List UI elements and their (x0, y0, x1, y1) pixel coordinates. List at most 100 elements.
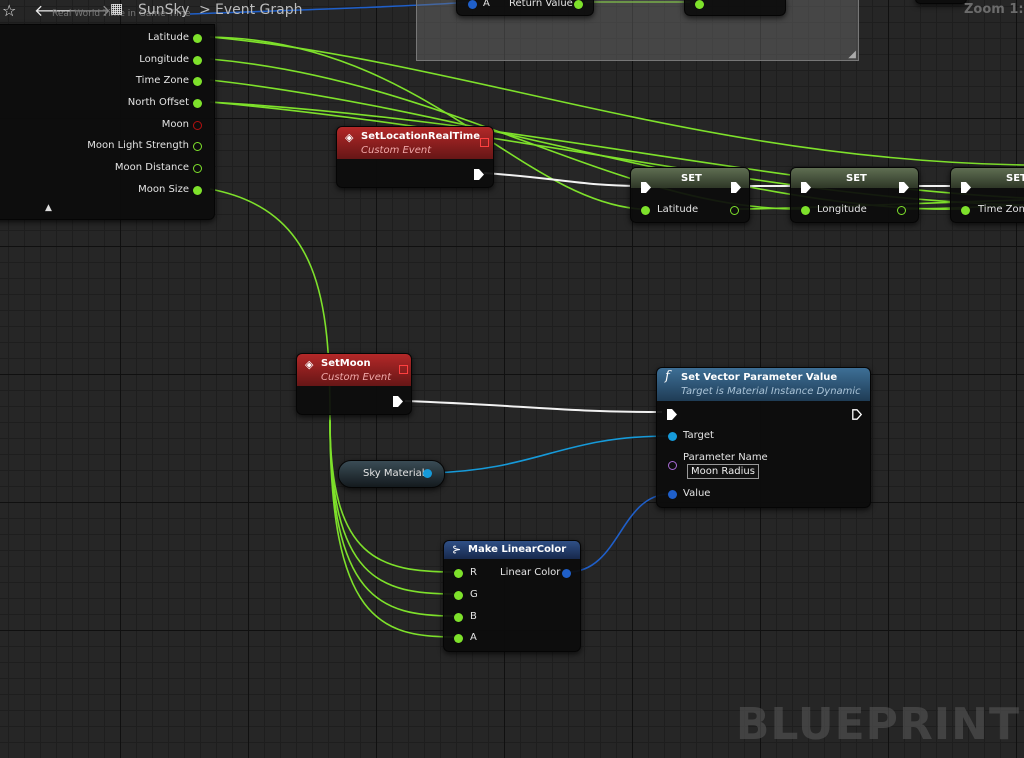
exec-in-icon[interactable] (801, 182, 811, 193)
top-node-far-right[interactable] (915, 0, 967, 4)
make-color-title: Make LinearColor (468, 544, 567, 555)
exec-out-icon[interactable] (731, 182, 741, 193)
pin-value-icon[interactable] (668, 490, 677, 499)
pin-moon-icon[interactable] (193, 121, 202, 130)
pin-latitude-out-icon[interactable] (730, 206, 739, 215)
pin-target-icon[interactable] (668, 432, 677, 441)
variables-panel[interactable]: Latitude Longitude Time Zone North Offse… (0, 24, 215, 220)
blueprint-watermark: BLUEPRINT (735, 699, 1020, 750)
var-moon-size: Moon Size (138, 184, 189, 195)
pin-target-label: Target (683, 430, 714, 441)
set-latitude-node[interactable]: SET Latitude (630, 167, 750, 223)
exec-out-icon[interactable] (899, 182, 909, 193)
pin-b-label: B (470, 611, 477, 622)
pin-a-icon[interactable] (454, 634, 463, 643)
zoom-label: Zoom 1:1 (964, 2, 1024, 17)
sky-material-getter[interactable]: Sky Material (338, 460, 445, 488)
pin-return-label: Return Value (509, 0, 573, 9)
collapse-arrow-icon[interactable]: ▲ (45, 203, 52, 213)
set-title: SET (681, 173, 702, 184)
delegate-pin-icon[interactable] (480, 138, 489, 147)
function-icon: f (665, 369, 670, 384)
resize-grip-icon[interactable]: ◢ (848, 49, 856, 60)
var-moon-light-strength: Moon Light Strength (87, 140, 189, 151)
set-pin-label: Time Zone (978, 204, 1024, 215)
event-icon: ◈ (305, 358, 314, 371)
exec-out-icon[interactable] (393, 396, 403, 407)
var-latitude: Latitude (147, 32, 189, 43)
graph-toolbar: ☆ 🡐 🡒 Real World Time in Game Time ▦ Sun… (0, 0, 420, 24)
function-subtitle: Target is Material Instance Dynamic (681, 386, 861, 397)
pin-timezone-icon[interactable] (193, 77, 202, 86)
pin-r-label: R (470, 567, 477, 578)
wire-moon-g (329, 419, 456, 595)
event-subtitle: Custom Event (361, 145, 432, 156)
breadcrumb-blueprint[interactable]: SunSky (138, 2, 189, 18)
pin-g-label: G (470, 589, 478, 600)
breadcrumb-separator: > (199, 2, 211, 18)
set-pin-label: Latitude (657, 204, 699, 215)
set-location-event-node[interactable]: ◈ SetLocationRealTime Custom Event (336, 126, 494, 188)
pin-a-label: A (483, 0, 490, 9)
var-moon-distance: Moon Distance (114, 162, 189, 173)
set-longitude-node[interactable]: SET Longitude (790, 167, 919, 223)
pin-longitude-icon[interactable] (193, 56, 202, 65)
pin-latitude-in-icon[interactable] (641, 206, 650, 215)
param-name-input[interactable]: Moon Radius (687, 464, 759, 479)
pin-linear-color-icon[interactable] (562, 569, 571, 578)
star-icon[interactable]: ☆ (2, 1, 16, 20)
var-moon: Moon (161, 119, 189, 130)
function-title: Set Vector Parameter Value (681, 372, 838, 383)
pin-longitude-out-icon[interactable] (897, 206, 906, 215)
make-linear-color-node[interactable]: ⊱ Make LinearColor R G B A Linear Color (443, 540, 581, 652)
pin-timezone-in-icon[interactable] (961, 206, 970, 215)
pin-b-icon[interactable] (454, 613, 463, 622)
pin-moon-distance-icon[interactable] (193, 164, 202, 173)
var-north-offset: North Offset (127, 97, 189, 108)
pin-latitude-icon[interactable] (193, 34, 202, 43)
pin-a-label: A (470, 632, 477, 643)
exec-in-icon[interactable] (641, 182, 651, 193)
wire-moon-b (329, 419, 456, 617)
exec-in-icon[interactable] (667, 409, 677, 420)
top-node[interactable]: A Return Value (456, 0, 594, 16)
exec-out-icon[interactable] (474, 169, 484, 180)
event-icon: ◈ (345, 131, 354, 144)
var-longitude: Longitude (139, 54, 189, 65)
pin-a-icon[interactable] (468, 0, 477, 9)
set-pin-label: Longitude (817, 204, 867, 215)
sky-material-label: Sky Material (363, 468, 425, 479)
pin-longitude-in-icon[interactable] (801, 206, 810, 215)
pin-r-icon[interactable] (454, 569, 463, 578)
event-subtitle: Custom Event (321, 372, 392, 383)
event-title: SetLocationRealTime (361, 131, 480, 142)
set-title: SET (846, 173, 867, 184)
wire-color-value (567, 493, 671, 573)
pin-param-name-icon[interactable] (668, 461, 677, 470)
top-node-right[interactable] (684, 0, 786, 16)
pin-input-icon[interactable] (695, 0, 704, 9)
event-title: SetMoon (321, 358, 371, 369)
output-label: Linear Color (500, 567, 561, 578)
exec-in-icon[interactable] (961, 182, 971, 193)
pin-sky-material-icon[interactable] (423, 469, 432, 478)
pin-moon-size-icon[interactable] (193, 186, 202, 195)
set-title: SET (1006, 173, 1024, 184)
wire-moon-r (329, 419, 456, 573)
pin-param-name-label: Parameter Name (683, 452, 768, 463)
delegate-pin-icon[interactable] (399, 365, 408, 374)
set-moon-event-node[interactable]: ◈ SetMoon Custom Event (296, 353, 412, 415)
set-timezone-node[interactable]: SET Time Zone (950, 167, 1024, 223)
make-struct-icon: ⊱ (452, 543, 462, 556)
pin-north-offset-icon[interactable] (193, 99, 202, 108)
wire-sky-target (429, 435, 671, 474)
graph-icon: ▦ (110, 1, 124, 17)
pin-return-icon[interactable] (574, 0, 583, 9)
exec-out-icon[interactable] (852, 409, 862, 420)
pin-moon-light-icon[interactable] (193, 142, 202, 151)
pin-g-icon[interactable] (454, 591, 463, 600)
var-timezone: Time Zone (135, 75, 189, 86)
pin-value-label: Value (683, 488, 711, 499)
set-vector-parameter-node[interactable]: f Set Vector Parameter Value Target is M… (656, 367, 871, 508)
breadcrumb-graph[interactable]: Event Graph (215, 2, 303, 18)
